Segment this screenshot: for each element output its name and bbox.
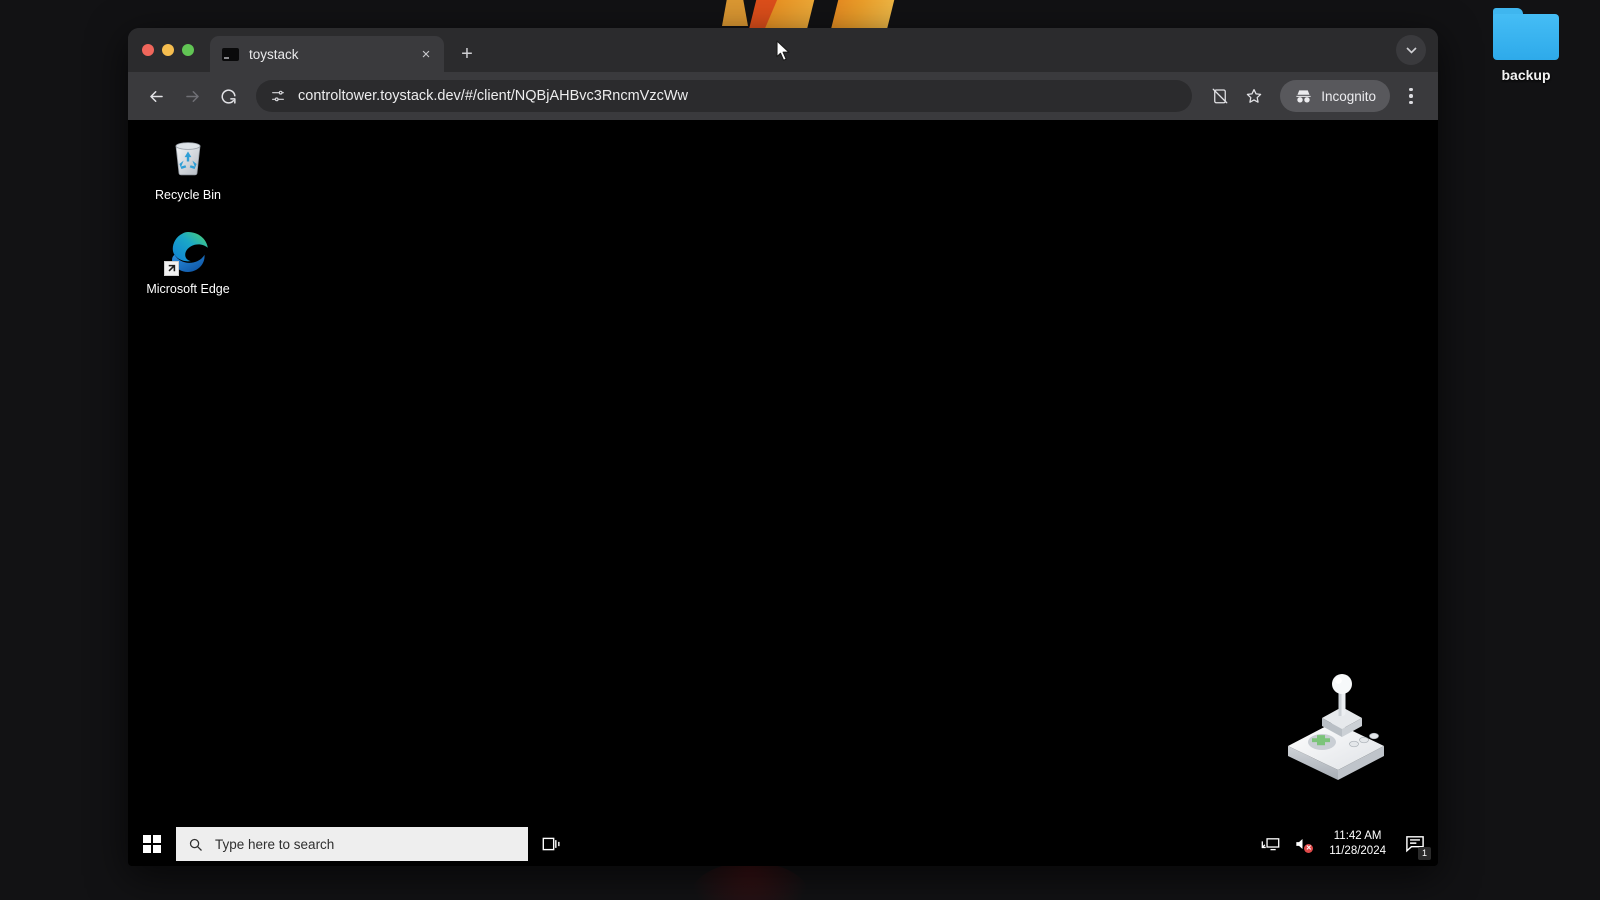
toolbar-actions: Incognito (1204, 80, 1426, 112)
browser-menu-button[interactable] (1396, 80, 1426, 112)
tab-title: toystack (249, 47, 406, 62)
split-screen-icon[interactable] (1204, 80, 1236, 112)
tab-strip: toystack × + (128, 28, 1438, 72)
desktop-icon-label: backup (1476, 67, 1576, 83)
incognito-label: Incognito (1321, 89, 1376, 104)
desktop-icon-recycle-bin[interactable]: Recycle Bin (142, 134, 234, 204)
address-bar[interactable]: controltower.toystack.dev/#/client/NQBjA… (256, 80, 1192, 112)
close-icon[interactable]: × (416, 44, 436, 64)
desktop-icon-label: Recycle Bin (142, 188, 234, 204)
clock-date: 11/28/2024 (1329, 844, 1386, 859)
window-controls (142, 28, 210, 72)
search-icon (188, 837, 203, 852)
chevron-down-icon[interactable] (1396, 35, 1426, 65)
window-close-button[interactable] (142, 44, 154, 56)
address-bar-url[interactable]: controltower.toystack.dev/#/client/NQBjA… (298, 88, 688, 104)
clock-time: 11:42 AM (1334, 829, 1382, 844)
taskbar-search-placeholder: Type here to search (215, 837, 334, 852)
page-viewport: Recycle Bin (128, 120, 1438, 866)
site-settings-icon[interactable] (270, 88, 286, 104)
wallpaper-shard-left (749, 0, 829, 30)
recycle-bin-icon (164, 134, 212, 182)
network-monitor-icon[interactable] (1255, 822, 1285, 866)
shortcut-arrow-icon (164, 261, 179, 276)
taskbar-clock[interactable]: 11:42 AM 11/28/2024 (1319, 822, 1396, 866)
incognito-profile-button[interactable]: Incognito (1280, 80, 1390, 112)
desktop-backdrop: backup toystack × + (0, 0, 1600, 900)
incognito-icon (1294, 89, 1313, 104)
new-tab-button[interactable]: + (452, 39, 482, 69)
start-button[interactable] (128, 822, 176, 866)
task-view-button[interactable] (528, 822, 574, 866)
windows-taskbar: Type here to search (128, 822, 1438, 866)
terminal-icon (222, 48, 239, 61)
wallpaper-shard-small (722, 0, 748, 26)
taskbar-search-input[interactable]: Type here to search (176, 827, 528, 861)
notification-badge: 1 (1418, 847, 1431, 860)
mute-indicator: ✕ (1304, 844, 1313, 853)
browser-tab-toystack[interactable]: toystack × (210, 36, 444, 72)
browser-window: toystack × + controltowe (128, 28, 1438, 866)
window-minimize-button[interactable] (162, 44, 174, 56)
wallpaper-shard-bottom (690, 862, 810, 900)
back-button[interactable] (140, 80, 172, 112)
browser-toolbar: controltower.toystack.dev/#/client/NQBjA… (128, 72, 1438, 120)
forward-button[interactable] (176, 80, 208, 112)
star-icon[interactable] (1238, 80, 1270, 112)
folder-icon (1493, 8, 1559, 60)
window-maximize-button[interactable] (182, 44, 194, 56)
windows-logo-icon (143, 835, 161, 853)
wallpaper-shard-right (831, 0, 909, 30)
action-center-button[interactable]: 1 (1398, 822, 1432, 866)
desktop-icon-label: Microsoft Edge (142, 282, 234, 298)
system-tray: ✕ 11:42 AM 11/28/2024 1 (1255, 822, 1438, 866)
reload-button[interactable] (212, 80, 244, 112)
joystick-illustration (1276, 668, 1396, 788)
desktop-icon-microsoft-edge[interactable]: Microsoft Edge (142, 228, 234, 298)
speaker-muted-icon[interactable]: ✕ (1287, 822, 1317, 866)
desktop-icon-backup-folder[interactable]: backup (1476, 8, 1576, 83)
microsoft-edge-icon (164, 228, 212, 276)
